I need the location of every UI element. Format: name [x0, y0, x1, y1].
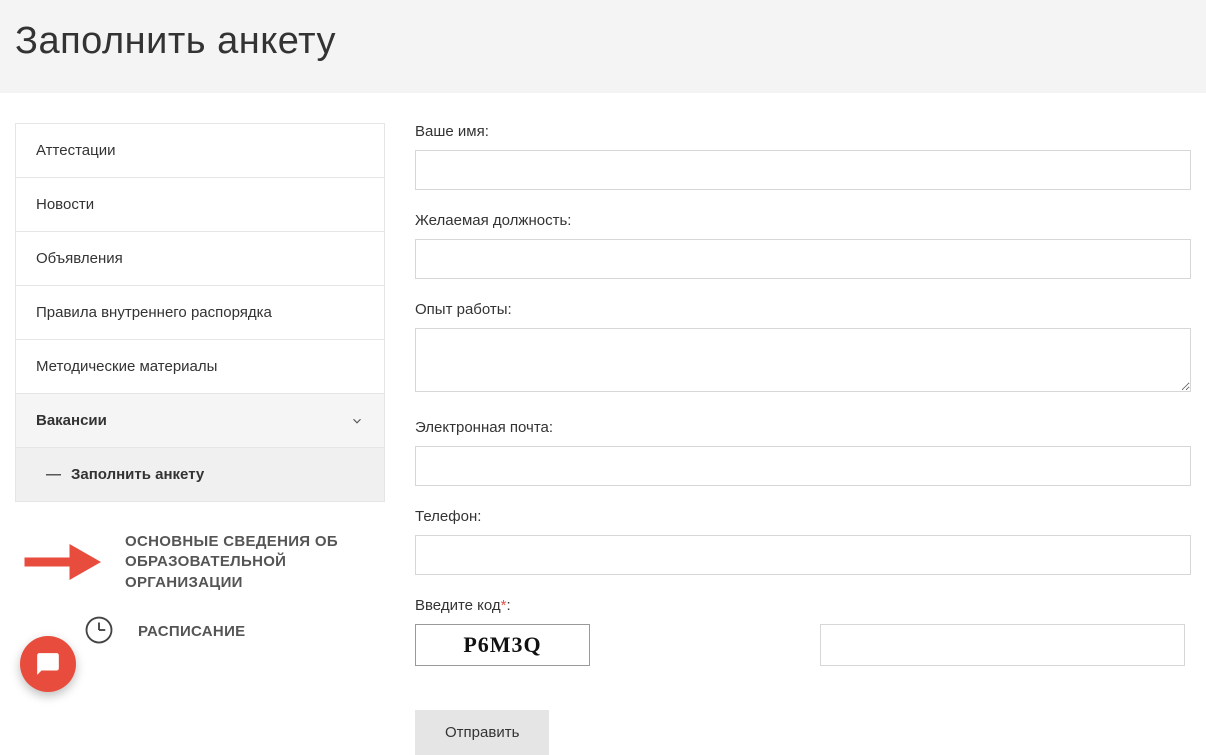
sidebar-item-materialy[interactable]: Методические материалы	[16, 340, 384, 394]
submit-button[interactable]: Отправить	[415, 710, 549, 755]
promo-text-2: РАСПИСАНИЕ	[138, 622, 245, 642]
page-title: Заполнить анкету	[15, 20, 1191, 63]
captcha-label: Введите код*:	[415, 597, 1191, 614]
email-label: Электронная почта:	[415, 419, 1191, 436]
sidebar-item-attestacii[interactable]: Аттестации	[16, 124, 384, 178]
sidebar-item-label: Вакансии	[36, 412, 107, 429]
sidebar-item-novosti[interactable]: Новости	[16, 178, 384, 232]
chat-icon	[35, 651, 61, 677]
experience-textarea[interactable]	[415, 328, 1191, 392]
promo-block-schedule[interactable]: РАСПИСАНИЕ	[15, 615, 385, 650]
phone-label: Телефон:	[415, 508, 1191, 525]
captcha-image: P6M3Q	[415, 624, 590, 666]
chevron-down-icon	[350, 414, 364, 428]
page-header: Заполнить анкету	[0, 0, 1206, 93]
sidebar-item-pravila[interactable]: Правила внутреннего распорядка	[16, 286, 384, 340]
arrow-right-icon	[20, 532, 110, 592]
chat-widget-button[interactable]	[20, 636, 76, 692]
required-star: *	[501, 597, 507, 614]
promo-block-info[interactable]: ОСНОВНЫЕ СВЕДЕНИЯ ОБ ОБРАЗОВАТЕЛЬНОЙ ОРГ…	[15, 522, 385, 603]
sidebar-item-anketa[interactable]: Заполнить анкету	[16, 448, 384, 502]
sidebar-item-vakansii[interactable]: Вакансии	[16, 394, 384, 448]
sidebar-nav: Аттестации Новости Объявления Правила вн…	[15, 123, 385, 502]
phone-input[interactable]	[415, 535, 1191, 575]
name-label: Ваше имя:	[415, 123, 1191, 140]
name-input[interactable]	[415, 150, 1191, 190]
captcha-input[interactable]	[820, 624, 1185, 666]
position-input[interactable]	[415, 239, 1191, 279]
form-area: Ваше имя: Желаемая должность: Опыт работ…	[415, 123, 1191, 755]
position-label: Желаемая должность:	[415, 212, 1191, 229]
experience-label: Опыт работы:	[415, 301, 1191, 318]
email-input[interactable]	[415, 446, 1191, 486]
promo-text: ОСНОВНЫЕ СВЕДЕНИЯ ОБ ОБРАЗОВАТЕЛЬНОЙ ОРГ…	[125, 532, 380, 593]
sidebar-item-obyavleniya[interactable]: Объявления	[16, 232, 384, 286]
